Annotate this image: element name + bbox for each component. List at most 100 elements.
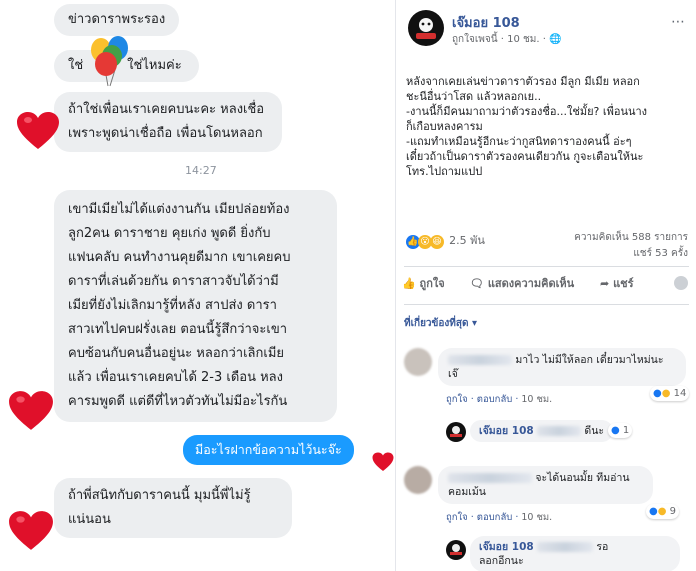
share-icon: ➦ (600, 277, 610, 290)
comment-time[interactable]: 10 ชม. (521, 512, 552, 523)
heart-reaction-icon (9, 391, 53, 430)
post-body: หลังจากเคยเล่นข่าวดาราตัวรอง มีลูก มีเมี… (406, 74, 694, 179)
blurred-mention (537, 426, 582, 436)
reply-bubble: เจ๊มอย 108 รอ ลอกอีกนะ (470, 536, 680, 571)
comment-actions: ถูกใจ · ตอบกลับ · 10 ชม. (446, 512, 553, 523)
thumbs-up-icon: 👍 (402, 277, 416, 290)
balloons-icon (91, 36, 128, 87)
facebook-post: เจ๊มอย 108 ถูกใจเพจนี้ · 10 ชม. · 🌐 ⋯ หล… (395, 0, 696, 571)
heart-reaction-icon (17, 112, 59, 149)
heart-reaction-icon (372, 452, 394, 471)
comment-action-label: แสดงความคิดเห็น (487, 277, 575, 290)
message-line: ลูก2คน ดาราชาย คุยเก่ง พูดดี ยิ่งกับ (68, 226, 271, 241)
reply-author-link[interactable]: เจ๊มอย 108 (479, 541, 534, 553)
reaction-count: 9 (669, 506, 677, 517)
comment-text: คอมเม้น (448, 486, 486, 498)
comment-reply-link[interactable]: ตอบกลับ (477, 394, 513, 405)
blurred-mention (537, 542, 594, 552)
like-action-label: ถูกใจ (419, 277, 445, 290)
comment-time[interactable]: 10 ชม. (521, 394, 552, 405)
comment-text: จะได้นอนมั้ย ทีมอ่าน (535, 472, 630, 484)
reactions-summary[interactable]: 👍 😮 😆 2.5 พัน (406, 229, 485, 249)
message-text: ข่าวดาราพระรอง (68, 12, 166, 27)
post-line: -งานนี้ก็มีคนมาถามว่าตัวรองชื่อ...ใช่มั้… (406, 105, 648, 118)
post-time[interactable]: 10 ชม. (507, 34, 539, 45)
sort-label: ที่เกี่ยวข้องที่สุด (404, 318, 469, 329)
comment-action-button[interactable]: 🗨 แสดงความคิดเห็น (470, 276, 574, 291)
comment-reply-link[interactable]: ตอบกลับ (477, 512, 513, 523)
reply-author-link[interactable]: เจ๊มอย 108 (479, 425, 534, 437)
page-name-link[interactable]: เจ๊มอย 108 (452, 12, 520, 33)
blurred-commenter-name (448, 473, 532, 483)
post-line: โทร.ไปถามแปป (406, 165, 483, 178)
message-line: สาวเทไปคบฝรั่งเลย ตอนนี้รู้สึกว่าจะเขา (68, 322, 288, 337)
commenter-avatar[interactable] (404, 466, 432, 494)
message-line: ดาราที่เล่นด้วยกัน ดาราสาวจับได้ว่ามี (68, 274, 279, 289)
shared-by: ถูกใจเพจนี้ (452, 34, 498, 45)
reply-text: ดีนะ (584, 425, 605, 437)
like-reaction-icon: ● (649, 506, 658, 517)
comment-reaction-badge[interactable]: ●● 9 (646, 504, 680, 519)
share-action-label: แชร์ (613, 277, 634, 290)
post-meta: ถูกใจเพจนี้ · 10 ชม. · 🌐 (452, 32, 562, 47)
comment-text: มาไว ไม่มีให้ลอก เดี๋ยวมาไหม่นะ (515, 354, 664, 366)
chat-screenshot: ข่าวดาราพระรอง ใช่ ใช่ไหมค่ะ ถ้าใช่เพื่อน… (0, 0, 395, 571)
audience-avatar[interactable] (674, 276, 688, 290)
message-bubble: ข่าวดาราพระรอง (54, 4, 180, 36)
share-action-button[interactable]: ➦ แชร์ (600, 276, 634, 291)
comment-icon: 🗨 (470, 277, 484, 290)
message-line: เมียที่ยังไม่เลิกมารู้ที่หลัง สาปส่ง ดาร… (68, 298, 277, 313)
like-action-button[interactable]: 👍 ถูกใจ (402, 276, 445, 291)
haha-reaction-icon: ● (657, 506, 667, 517)
page-logo-icon (409, 11, 443, 45)
commenter-avatar[interactable] (404, 348, 432, 376)
comment-text: เจ๊ (448, 368, 458, 380)
comment-bubble: จะได้นอนมั้ย ทีมอ่าน คอมเม้น (438, 466, 653, 504)
reactions-count: 2.5 พัน (449, 234, 485, 247)
message-bubble: เขามีเมียไม่ได้แต่งงานกัน เมียปล่อยท้อง … (54, 190, 337, 422)
comment-sort-dropdown[interactable]: ที่เกี่ยวข้องที่สุด ▾ (404, 316, 477, 331)
reaction-count: 14 (673, 388, 687, 399)
message-bubble: ถ้าพี่สนิทกับดาราคนนี้ มุมนี้พี่ไม่รู้ แ… (54, 478, 292, 538)
page-avatar[interactable] (408, 10, 444, 46)
page-logo-icon (447, 541, 465, 559)
message-line: ถ้าใช่เพื่อนเราเคยคบนะคะ หลงเชื่อ (68, 102, 265, 117)
divider (404, 266, 689, 267)
message-timestamp: 14:27 (185, 164, 217, 177)
chevron-down-icon: ▾ (471, 318, 477, 329)
reply-text: รอ (596, 541, 609, 553)
globe-icon: 🌐 (549, 34, 562, 45)
shares-count[interactable]: แชร์ 53 ครั้ง (633, 246, 688, 261)
post-line: หลังจากเคยเล่นข่าวดาราตัวรอง มีลูก มีเมี… (406, 75, 640, 88)
message-bubble: ถ้าใช่เพื่อนเราเคยคบนะคะ หลงเชื่อ เพราะพ… (54, 92, 282, 152)
message-text: ใช่ (68, 58, 84, 73)
reply-text: ลอกอีกนะ (479, 555, 524, 567)
post-line: -แถมทำเหมือนรู้อีกนะว่ากูสนิทดาราองคนนี้… (406, 135, 632, 148)
more-options-icon[interactable]: ⋯ (671, 14, 686, 30)
message-line: ถ้าพี่สนิทกับดาราคนนี้ มุมนี้พี่ไม่รู้ (68, 488, 251, 503)
comment-actions: ถูกใจ · ตอบกลับ · 10 ชม. (446, 394, 553, 405)
post-line: ชะนีอื่นว่าโสด แล้วหลอกเย.. (406, 90, 542, 103)
reply-bubble: เจ๊มอย 108 ดีนะ (470, 420, 614, 442)
haha-reaction-icon: ● (661, 388, 671, 399)
comment-like-link[interactable]: ถูกใจ (446, 512, 468, 523)
message-text: มีอะไรฝากข้อความไว้นะจ๊ะ (195, 442, 342, 457)
post-line: ก็เกือบหลงคารม (406, 120, 483, 133)
haha-reaction-icon: 😆 (430, 235, 444, 249)
comment-reaction-badge[interactable]: ●● 14 (650, 386, 690, 401)
message-line: เขามีเมียไม่ได้แต่งงานกัน เมียปล่อยท้อง (68, 202, 290, 217)
sent-message-bubble: มีอะไรฝากข้อความไว้นะจ๊ะ (183, 435, 354, 465)
page-avatar-small[interactable] (446, 422, 466, 442)
message-line: คบซ้อนกับคนอื่นอยู่นะ หลอกว่าเลิกเมีย (68, 346, 285, 361)
comment-bubble: มาไว ไม่มีให้ลอก เดี๋ยวมาไหม่นะ เจ๊ (438, 348, 686, 386)
reply-reaction-badge[interactable]: ● 1 (608, 423, 633, 438)
comment-like-link[interactable]: ถูกใจ (446, 394, 468, 405)
like-reaction-icon: ● (611, 425, 620, 436)
page-logo-icon (447, 423, 465, 441)
message-line: แฟนคลับ คนทำงานคุยดีมาก เขาเคยคบ (68, 250, 291, 265)
message-line: แน่นอน (68, 512, 111, 527)
page-avatar-small[interactable] (446, 540, 466, 560)
message-line: คารมพูดดี แต่ดีที่ไหวตัวทันไม่มีอะไรกัน (68, 394, 288, 409)
post-line: เดี๋ยวถ้าเป็นดาราตัวรองคนเดียวกัน กูจะเต… (406, 150, 644, 163)
comments-count[interactable]: ความคิดเห็น 588 รายการ (574, 230, 688, 245)
